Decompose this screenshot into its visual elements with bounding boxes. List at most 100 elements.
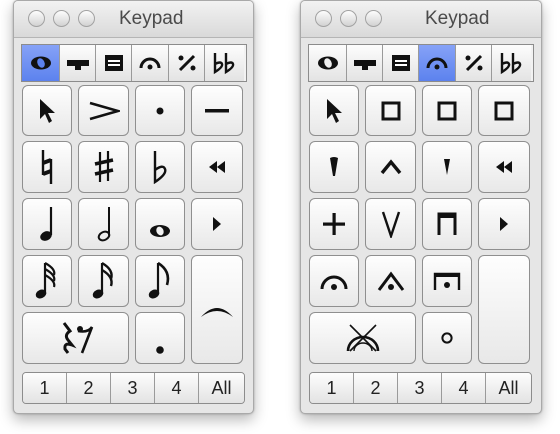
key-marcato-fermata[interactable] [365, 255, 416, 307]
keypad-window-right: Keypad 1 2 3 4 All [300, 0, 542, 414]
tab-notes[interactable] [309, 45, 347, 81]
key-rewind[interactable] [191, 141, 243, 193]
key-harmonic[interactable] [422, 312, 472, 364]
key-staccatissimo-down[interactable] [422, 141, 472, 193]
tab-articulations[interactable] [60, 45, 96, 81]
key-rest[interactable] [22, 312, 129, 364]
eighth-note-icon [148, 261, 170, 299]
marcato-up-icon [380, 159, 401, 175]
layout-3-button[interactable]: 3 [398, 373, 442, 403]
tab-barlines[interactable] [96, 45, 132, 81]
key-stopped[interactable] [309, 312, 416, 364]
key-play[interactable] [191, 198, 243, 250]
tab-repeats[interactable] [456, 45, 492, 81]
flat-icon [153, 151, 167, 184]
window-title: Keypad [119, 8, 184, 29]
window-title: Keypad [425, 8, 490, 29]
key-rewind[interactable] [478, 141, 530, 193]
tab-articulations[interactable] [347, 45, 383, 81]
close-window-button[interactable] [315, 10, 332, 27]
square-icon [494, 101, 514, 120]
key-half-note[interactable] [78, 198, 129, 250]
key-staccatissimo[interactable] [309, 141, 359, 193]
thirty-second-note-icon [35, 262, 56, 299]
fermata-tab-icon [139, 57, 161, 70]
key-play[interactable] [478, 198, 530, 250]
arrow-pointer-icon [327, 98, 342, 123]
layout-1-button[interactable]: 1 [310, 373, 354, 403]
key-articulation-3[interactable] [478, 85, 530, 136]
zoom-window-button[interactable] [365, 10, 382, 27]
key-dot[interactable] [135, 312, 185, 364]
key-accent[interactable] [78, 85, 129, 136]
double-flat-tab-icon [213, 53, 234, 75]
stopped-x-icon [346, 324, 379, 352]
down-bow-icon [437, 212, 457, 235]
tab-fermatas[interactable] [419, 45, 456, 81]
key-whole-note[interactable] [135, 198, 185, 250]
key-tie[interactable] [191, 255, 243, 364]
key-down-bow[interactable] [422, 198, 472, 250]
tab-repeats[interactable] [169, 45, 205, 81]
layout-2-button[interactable]: 2 [354, 373, 398, 403]
key-sharp[interactable] [78, 141, 129, 193]
layout-all-button[interactable]: All [486, 373, 531, 403]
whole-note-tab-icon [317, 56, 338, 70]
arrow-pointer-icon [40, 98, 55, 123]
key-blank[interactable] [478, 255, 530, 364]
layout-tabs [308, 44, 534, 82]
half-note-icon [97, 207, 110, 242]
play-icon [213, 217, 221, 231]
barline-tab-icon [391, 55, 410, 71]
sharp-icon [94, 151, 113, 182]
close-window-button[interactable] [28, 10, 45, 27]
key-up-bow[interactable] [365, 198, 416, 250]
key-tenuto[interactable] [191, 85, 243, 136]
key-flat[interactable] [135, 141, 185, 193]
square-icon [437, 101, 457, 120]
layout-4-button[interactable]: 4 [155, 373, 199, 403]
tab-notes[interactable] [22, 45, 60, 81]
layout-number-row: 1 2 3 4 All [22, 372, 245, 404]
harmonic-circle-icon [441, 332, 453, 344]
layout-all-button[interactable]: All [199, 373, 244, 403]
minimize-window-button[interactable] [53, 10, 70, 27]
key-articulation-1[interactable] [365, 85, 416, 136]
key-plus[interactable] [309, 198, 359, 250]
layout-tabs [21, 44, 247, 82]
title-bar[interactable]: Keypad [14, 1, 253, 38]
layout-2-button[interactable]: 2 [67, 373, 111, 403]
zoom-window-button[interactable] [78, 10, 95, 27]
key-marcato[interactable] [365, 141, 416, 193]
square-fermata-icon [433, 272, 461, 290]
key-articulation-2[interactable] [422, 85, 472, 136]
natural-icon [41, 150, 53, 184]
layout-3-button[interactable]: 3 [111, 373, 155, 403]
key-sixteenth-note[interactable] [78, 255, 129, 307]
key-select[interactable] [22, 85, 72, 136]
tab-barlines[interactable] [383, 45, 419, 81]
key-fermata[interactable] [309, 255, 359, 307]
key-eighth-note[interactable] [135, 255, 185, 307]
whole-note-tab-icon [30, 56, 51, 70]
tab-fermatas[interactable] [132, 45, 169, 81]
tie-icon [201, 307, 233, 317]
key-quarter-note[interactable] [22, 198, 72, 250]
key-select[interactable] [309, 85, 359, 136]
double-flat-tab-icon [500, 53, 521, 75]
minimize-window-button[interactable] [340, 10, 357, 27]
articulation-tab-icon [66, 60, 89, 70]
key-natural[interactable] [22, 141, 72, 193]
layout-number-row: 1 2 3 4 All [309, 372, 532, 404]
layout-4-button[interactable]: 4 [442, 373, 486, 403]
layout-1-button[interactable]: 1 [23, 373, 67, 403]
tab-accidentals[interactable] [492, 45, 531, 81]
title-bar[interactable]: Keypad [301, 1, 541, 38]
key-thirty-second-note[interactable] [22, 255, 72, 307]
barline-tab-icon [104, 55, 123, 71]
repeat-tab-icon [465, 54, 482, 72]
tab-accidentals[interactable] [205, 45, 244, 81]
quarter-note-icon [40, 207, 53, 241]
key-staccato[interactable] [135, 85, 185, 136]
key-square-fermata[interactable] [422, 255, 472, 307]
